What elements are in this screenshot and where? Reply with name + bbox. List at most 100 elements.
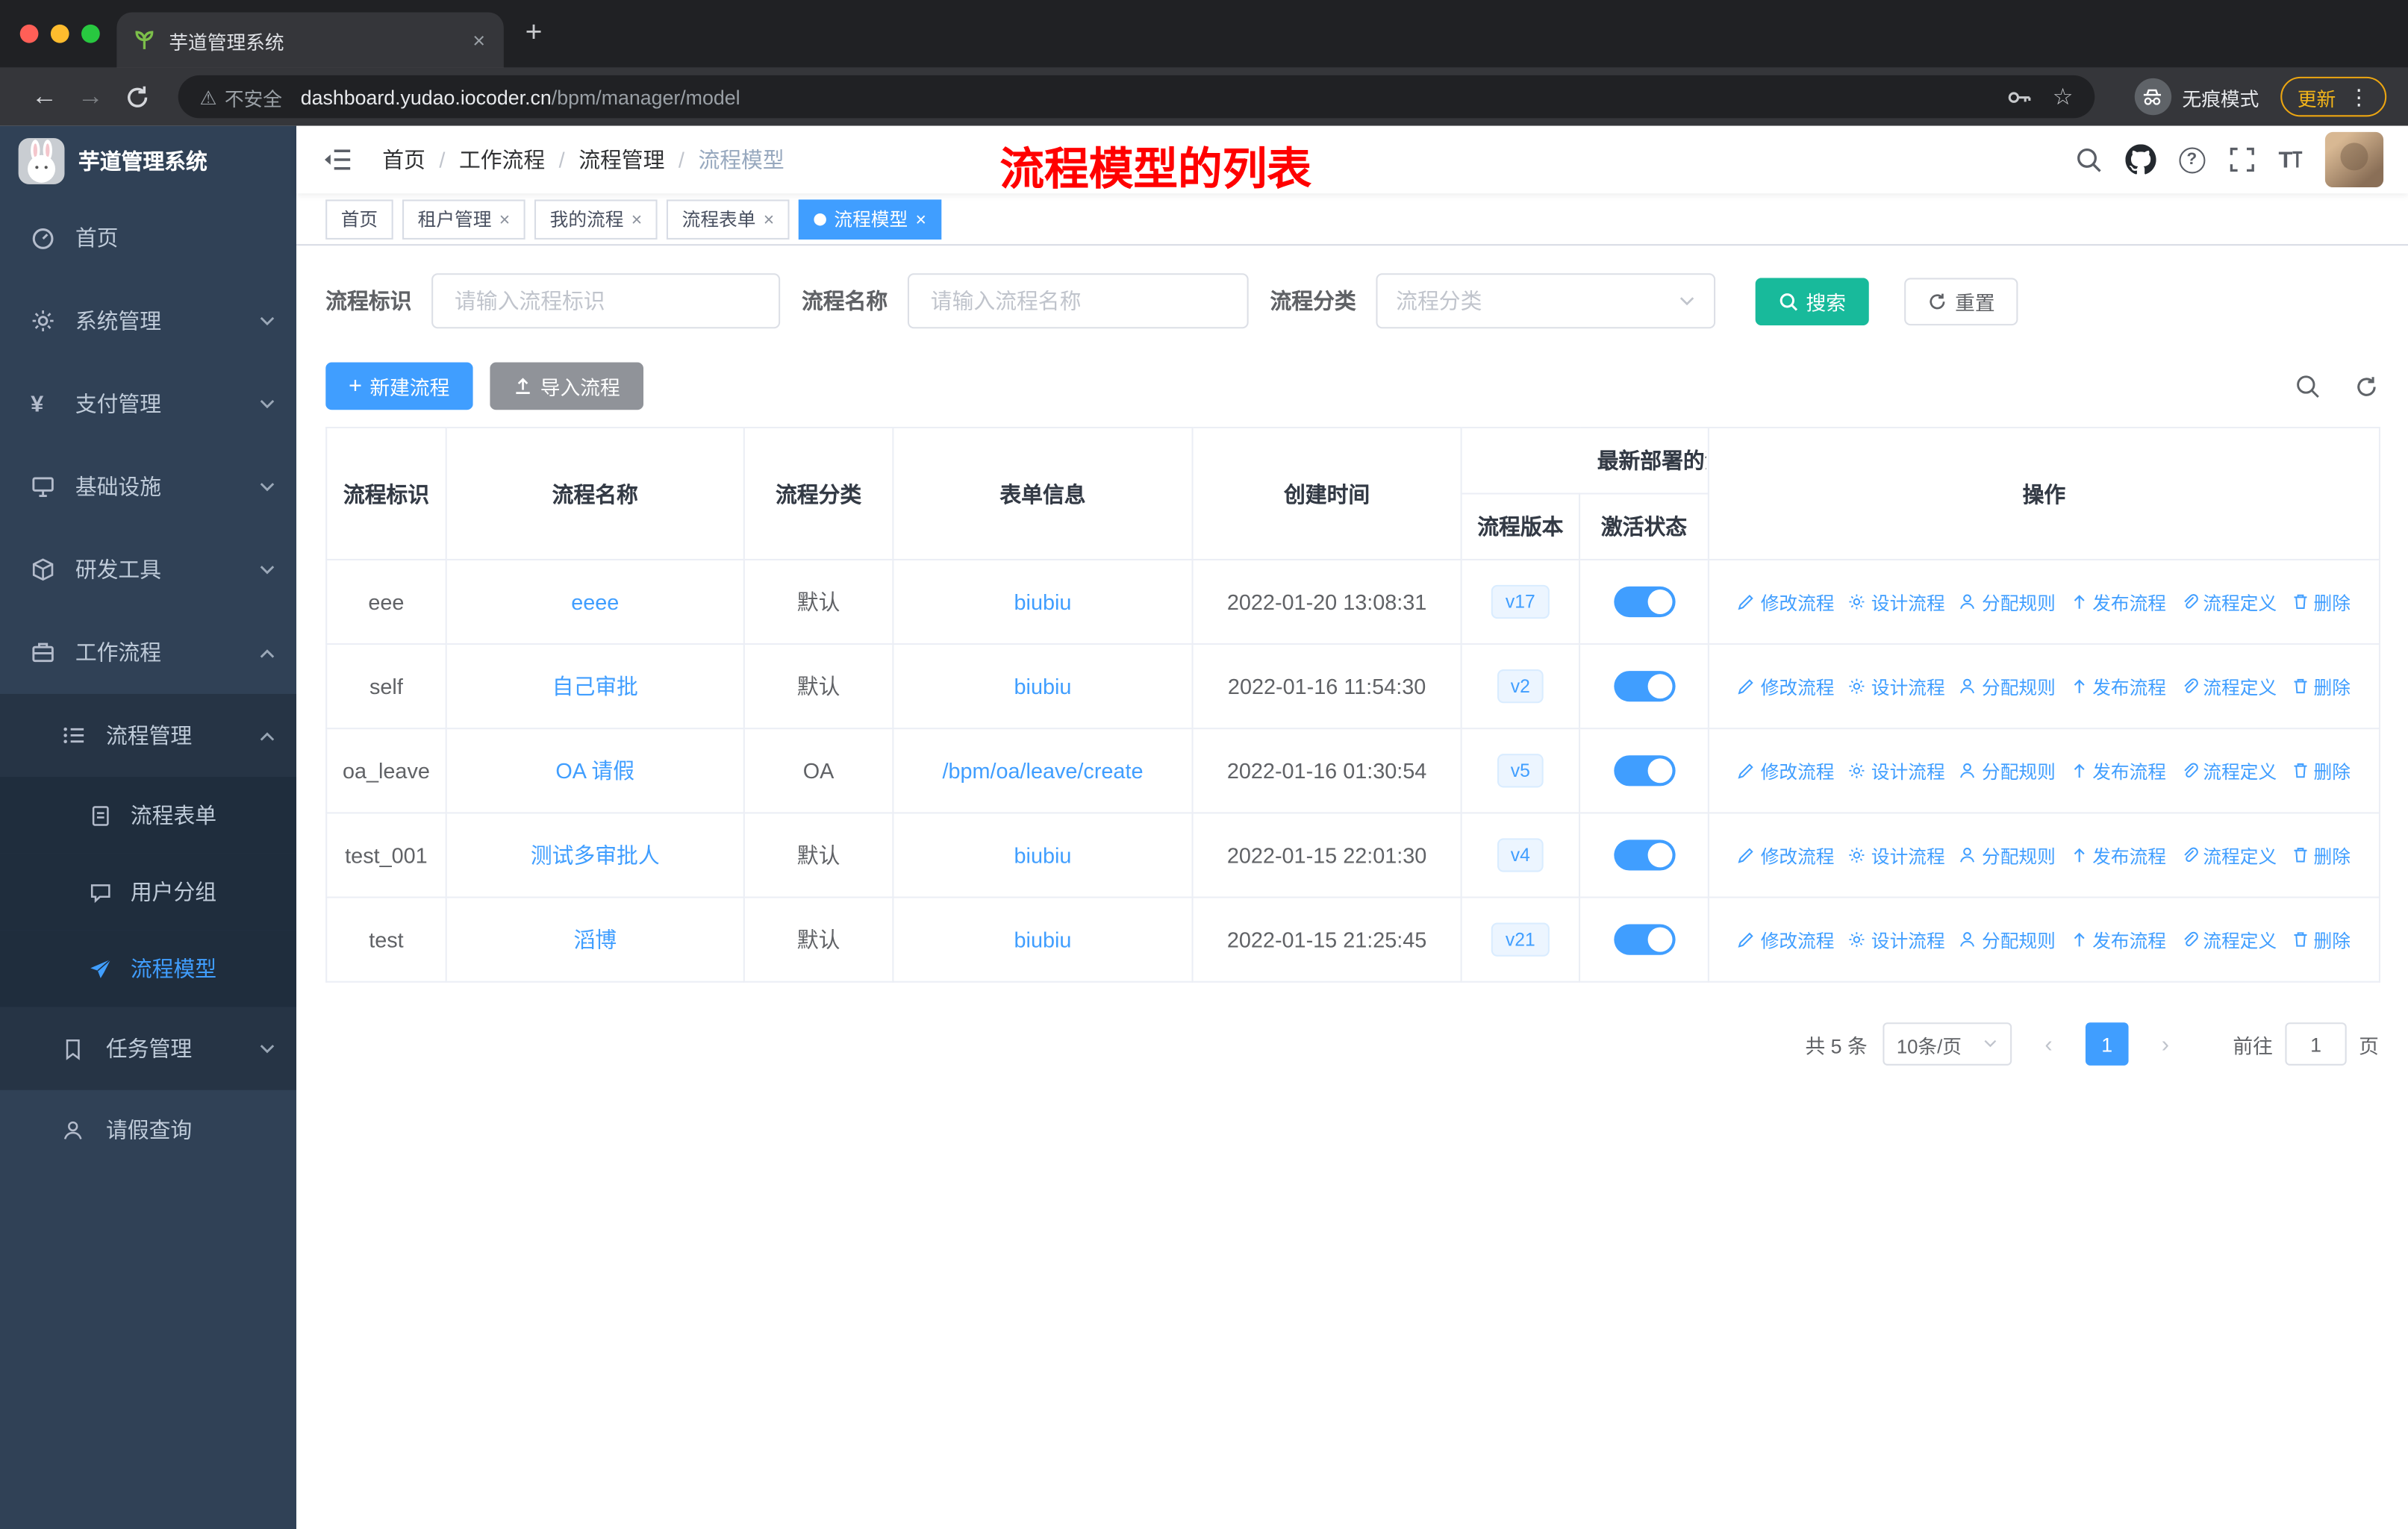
filter-name-input[interactable] [907,273,1249,329]
fullscreen-icon[interactable] [2228,146,2256,173]
sidebar-item-process-model[interactable]: 流程模型 [0,930,297,1007]
breadcrumb-home[interactable]: 首页 [382,144,425,175]
active-toggle[interactable] [1613,671,1675,702]
action-delete[interactable]: 删除 [2291,842,2351,868]
breadcrumb-workflow[interactable]: 工作流程 [459,144,545,175]
window-minimize-button[interactable] [50,24,69,43]
sidebar-item-process-form[interactable]: 流程表单 [0,777,297,854]
cell-name-link[interactable]: 自己审批 [445,643,745,730]
action-delete[interactable]: 删除 [2291,589,2351,615]
close-icon[interactable]: × [915,208,926,230]
action-definition[interactable]: 流程定义 [2180,842,2277,868]
create-process-button[interactable]: + 新建流程 [325,362,473,410]
sidebar-item-task-mgmt[interactable]: 任务管理 [0,1007,297,1090]
github-icon[interactable] [2124,144,2156,175]
sidebar-item-payment[interactable]: ¥ 支付管理 [0,363,296,445]
tag-process-model[interactable]: 流程模型 × [799,198,942,239]
incognito-badge[interactable]: 无痕模式 [2134,78,2259,116]
breadcrumb-process-mgmt[interactable]: 流程管理 [578,144,664,175]
reload-icon[interactable] [113,84,160,110]
cell-form-link[interactable]: biubiu [892,812,1194,898]
action-design[interactable]: 设计流程 [1848,673,1945,699]
action-publish[interactable]: 发布流程 [2069,927,2166,953]
action-definition[interactable]: 流程定义 [2180,673,2277,699]
active-toggle[interactable] [1613,586,1675,618]
sidebar-item-home[interactable]: 首页 [0,196,296,279]
cell-form-link[interactable]: biubiu [892,643,1194,730]
action-edit[interactable]: 修改流程 [1738,927,1835,953]
active-toggle[interactable] [1613,755,1675,787]
search-icon[interactable] [2074,146,2102,173]
cell-name-link[interactable]: 滔博 [445,896,745,983]
user-avatar[interactable] [2324,131,2384,188]
active-toggle[interactable] [1613,839,1675,871]
tag-tenant[interactable]: 租户管理 × [402,198,525,239]
action-assign[interactable]: 分配规则 [1959,673,2056,699]
action-delete[interactable]: 删除 [2291,757,2351,784]
window-close-button[interactable] [19,24,39,43]
action-assign[interactable]: 分配规则 [1959,757,2056,784]
tab-close-icon[interactable]: × [470,28,488,52]
sidebar-item-user-group[interactable]: 用户分组 [0,853,297,931]
update-button[interactable]: 更新 ⋮ [2280,76,2387,117]
action-publish[interactable]: 发布流程 [2069,757,2166,784]
browser-tab[interactable]: 芋道管理系统 × [116,12,504,68]
sidebar-item-leave-query[interactable]: 请假查询 [0,1090,296,1170]
action-design[interactable]: 设计流程 [1848,842,1945,868]
action-edit[interactable]: 修改流程 [1738,589,1835,615]
action-publish[interactable]: 发布流程 [2069,673,2166,699]
new-tab-button[interactable]: + [525,16,543,52]
cell-form-link[interactable]: /bpm/oa/leave/create [892,728,1194,814]
prev-page-button[interactable]: ‹ [2027,1022,2071,1066]
cell-name-link[interactable]: eeee [445,558,745,645]
close-icon[interactable]: × [764,208,774,230]
action-definition[interactable]: 流程定义 [2180,757,2277,784]
star-icon[interactable]: ☆ [2053,83,2074,110]
sidebar-item-infra[interactable]: 基础设施 [0,445,296,528]
url-bar[interactable]: ⚠ 不安全 dashboard.yudao.iocoder.cn/bpm/man… [178,75,2095,119]
action-definition[interactable]: 流程定义 [2180,589,2277,615]
action-publish[interactable]: 发布流程 [2069,842,2166,868]
action-assign[interactable]: 分配规则 [1959,927,2056,953]
current-page[interactable]: 1 [2085,1022,2129,1066]
action-edit[interactable]: 修改流程 [1738,673,1835,699]
security-indicator[interactable]: ⚠ 不安全 [199,82,282,111]
cell-form-link[interactable]: biubiu [892,896,1194,983]
action-publish[interactable]: 发布流程 [2069,589,2166,615]
table-search-icon[interactable] [2295,373,2321,399]
search-button[interactable]: 搜索 [1755,277,1869,325]
action-assign[interactable]: 分配规则 [1959,842,2056,868]
font-size-icon[interactable]: T⊺ [2279,146,2304,174]
key-icon[interactable] [2005,84,2031,110]
hamburger-icon[interactable] [322,146,352,173]
action-assign[interactable]: 分配规则 [1959,589,2056,615]
table-refresh-icon[interactable] [2354,374,2379,398]
cell-form-link[interactable]: biubiu [892,558,1194,645]
tag-home[interactable]: 首页 [325,198,393,239]
active-toggle[interactable] [1613,924,1675,955]
filter-category-select[interactable]: 流程分类 [1376,273,1716,329]
action-delete[interactable]: 删除 [2291,927,2351,953]
reset-button[interactable]: 重置 [1904,277,2018,325]
forward-icon[interactable]: → [68,81,114,112]
sidebar-item-devtools[interactable]: 研发工具 [0,528,296,611]
filter-key-input[interactable] [431,273,781,329]
page-size-select[interactable]: 10条/页 [1883,1022,2012,1066]
next-page-button[interactable]: › [2144,1022,2187,1066]
close-icon[interactable]: × [631,208,642,230]
action-design[interactable]: 设计流程 [1848,927,1945,953]
import-process-button[interactable]: 导入流程 [489,362,643,410]
goto-page-input[interactable] [2285,1022,2347,1066]
back-icon[interactable]: ← [22,81,68,112]
window-maximize-button[interactable] [81,24,100,43]
sidebar-item-workflow[interactable]: 工作流程 [0,611,296,694]
cell-name-link[interactable]: 测试多审批人 [445,812,745,898]
action-delete[interactable]: 删除 [2291,673,2351,699]
tag-my-process[interactable]: 我的流程 × [534,198,658,239]
action-definition[interactable]: 流程定义 [2180,927,2277,953]
sidebar-item-process-mgmt[interactable]: 流程管理 [0,693,297,778]
action-edit[interactable]: 修改流程 [1738,842,1835,868]
close-icon[interactable]: × [499,208,510,230]
sidebar-logo[interactable]: 芋道管理系统 [0,126,296,197]
tag-process-form[interactable]: 流程表单 × [667,198,790,239]
